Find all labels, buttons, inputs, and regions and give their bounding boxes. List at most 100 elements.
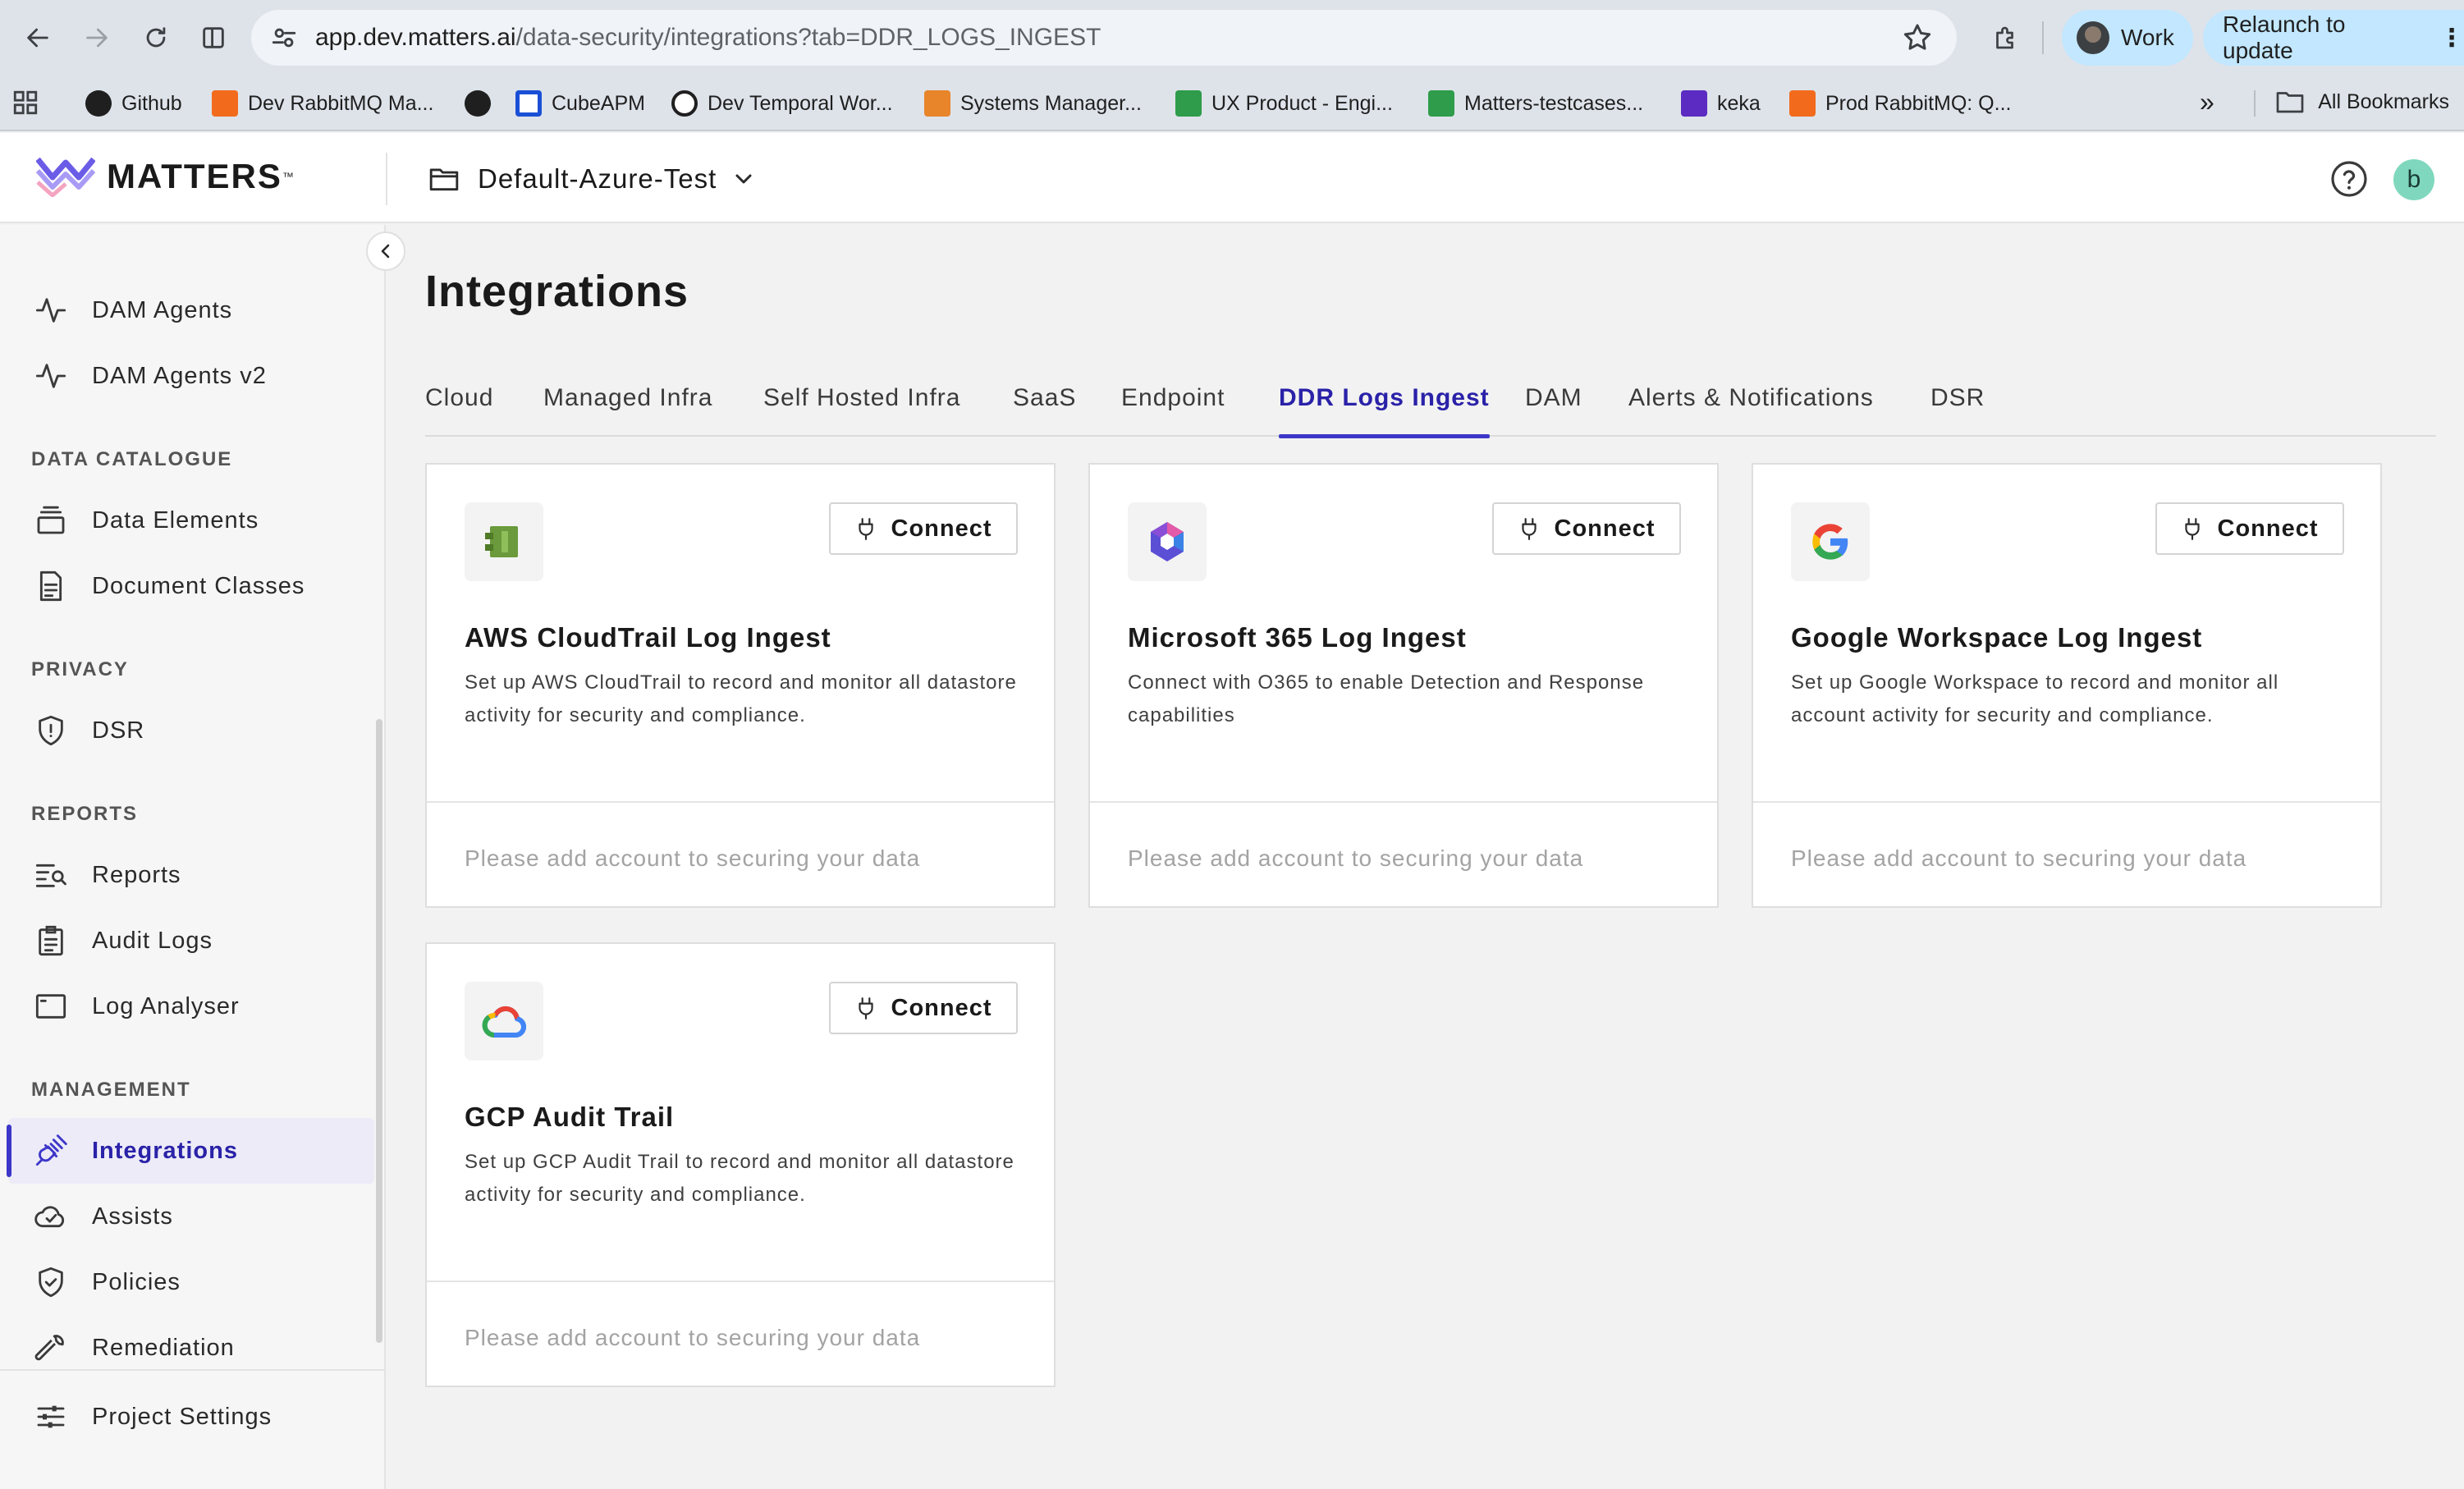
bookmark-item[interactable]: Github [85, 89, 182, 118]
chevron-left-icon [381, 244, 390, 259]
temporal-icon [671, 90, 698, 117]
tab-dam[interactable]: DAM [1525, 384, 1582, 437]
split-view-icon [203, 27, 224, 48]
document-icon [39, 570, 62, 602]
page-title: Integrations [425, 267, 689, 316]
bookmark-label: Github [121, 91, 182, 115]
bookmark-item[interactable]: keka [1681, 89, 1761, 118]
reload-button[interactable] [133, 15, 179, 61]
profile-button[interactable]: Work [2062, 10, 2193, 66]
check-cloud-icon [34, 1206, 65, 1228]
rabbitmq-icon [1789, 90, 1816, 117]
card-logo [1128, 502, 1207, 581]
stack-icon [37, 506, 65, 534]
sidebar-item-integrations[interactable]: Integrations [7, 1118, 374, 1184]
tab-ddr-logs-ingest[interactable]: DDR Logs Ingest [1279, 384, 1490, 438]
tab-endpoint[interactable]: Endpoint [1121, 384, 1225, 437]
project-name: Default-Azure-Test [478, 163, 717, 194]
tab-managed-infra[interactable]: Managed Infra [543, 384, 712, 437]
google-cloud-icon [482, 1006, 526, 1038]
connect-button[interactable]: Connect [829, 982, 1018, 1034]
sidebar-item-project-settings[interactable]: Project Settings [0, 1384, 374, 1450]
url-host: app.dev.matters.ai [315, 24, 516, 51]
sheet-icon [1175, 90, 1202, 117]
connect-label: Connect [891, 515, 992, 542]
bookmark-item[interactable]: CubeAPM [515, 89, 645, 118]
tab-dsr[interactable]: DSR [1930, 384, 1985, 437]
address-bar[interactable]: app.dev.matters.ai/data-security/integra… [251, 10, 1957, 66]
sidebar-item-label: Document Classes [92, 572, 305, 599]
bookmarks-overflow-icon[interactable]: » [2200, 87, 2214, 117]
site-settings-icon[interactable] [268, 21, 300, 54]
bookmark-item[interactable] [465, 89, 491, 118]
tab-self-hosted-infra[interactable]: Self Hosted Infra [763, 384, 960, 437]
more-menu-icon[interactable]: ⋮ [2439, 24, 2464, 53]
help-icon[interactable] [2329, 159, 2369, 199]
card-divider [427, 1281, 1054, 1282]
relaunch-button[interactable]: Relaunch to update ⋮ [2203, 10, 2464, 66]
clipboard-icon [39, 925, 63, 956]
sidebar-scrollbar[interactable] [376, 719, 382, 1343]
sidebar-item-label: Remediation [92, 1334, 235, 1361]
tab-saas[interactable]: SaaS [1013, 384, 1076, 437]
shield-icon [39, 715, 63, 746]
sidebar-collapse-button[interactable] [366, 231, 405, 271]
card-title: AWS CloudTrail Log Ingest [465, 622, 831, 653]
connect-button[interactable]: Connect [1492, 502, 1681, 555]
bookmark-item[interactable]: Prod RabbitMQ: Q... [1789, 89, 2011, 118]
bookmark-item[interactable]: UX Product - Engi... [1175, 89, 1393, 118]
sidebar-item-label: Audit Logs [92, 927, 213, 954]
integration-card-gcp-audit-trail: Connect GCP Audit Trail Set up GCP Audit… [425, 942, 1056, 1387]
bookmark-star-icon[interactable] [1901, 21, 1934, 54]
browser-toolbar: app.dev.matters.ai/data-security/integra… [0, 0, 2464, 76]
sidebar-item-audit-logs[interactable]: Audit Logs [0, 908, 374, 974]
card-divider [427, 801, 1054, 803]
bookmark-item[interactable]: Systems Manager... [924, 89, 1142, 118]
sidebar-item-dam-agents-v2[interactable]: DAM Agents v2 [0, 343, 374, 409]
sidebar-item-label: Project Settings [92, 1403, 273, 1430]
sidebar-item-dsr[interactable]: DSR [0, 698, 374, 763]
tab-cloud[interactable]: Cloud [425, 384, 493, 437]
report-search-icon [35, 864, 66, 887]
bookmark-item[interactable]: Dev RabbitMQ Ma... [212, 89, 433, 118]
rabbitmq-icon [212, 90, 238, 117]
extensions-button[interactable] [1983, 15, 2029, 61]
microsoft-365-icon [1151, 522, 1184, 561]
integration-card-microsoft-365: Connect Microsoft 365 Log Ingest Connect… [1088, 463, 1719, 908]
sidebar-item-label: Integrations [92, 1137, 238, 1164]
sidebar-item-policies[interactable]: Policies [0, 1249, 374, 1315]
header-divider [386, 153, 387, 205]
sidebar-section-management: MANAGEMENT [31, 1079, 191, 1101]
sidebar-section-privacy: PRIVACY [31, 658, 129, 680]
user-avatar[interactable]: b [2393, 159, 2434, 200]
sidebar-item-data-elements[interactable]: Data Elements [0, 488, 374, 553]
sidebar-item-label: Assists [92, 1203, 173, 1230]
bookmark-label: Dev Temporal Wor... [708, 91, 893, 115]
connect-button[interactable]: Connect [829, 502, 1018, 555]
sidebar-item-reports[interactable]: Reports [0, 842, 374, 908]
plug-icon [1521, 518, 1537, 540]
sidebar-item-dam-agents[interactable]: DAM Agents [0, 277, 374, 343]
sidebar-item-label: DAM Agents [92, 296, 233, 323]
brand-trademark: ™ [282, 170, 294, 183]
apps-grid-icon[interactable] [11, 89, 39, 117]
tab-alerts-notifications[interactable]: Alerts & Notifications [1628, 384, 1874, 437]
sliders-icon [37, 1405, 65, 1428]
split-view-button[interactable] [190, 15, 236, 61]
sidebar-item-document-classes[interactable]: Document Classes [0, 553, 374, 619]
sidebar-section-data-catalogue: DATA CATALOGUE [31, 448, 233, 470]
connect-button[interactable]: Connect [2155, 502, 2344, 555]
bookmark-item[interactable]: Matters-testcases... [1428, 89, 1643, 118]
sidebar-item-label: Reports [92, 861, 181, 888]
arrow-right-icon [86, 28, 108, 48]
bookmark-item[interactable]: Dev Temporal Wor... [671, 89, 893, 118]
sidebar-item-log-analyser[interactable]: Log Analyser [0, 974, 374, 1039]
all-bookmarks-button[interactable]: All Bookmarks [2275, 89, 2449, 115]
puzzle-icon [1996, 26, 2013, 49]
project-selector[interactable]: Default-Azure-Test [428, 158, 771, 200]
forward-button[interactable] [74, 15, 120, 61]
brand-logo[interactable]: MATTERS ™ [36, 156, 294, 197]
sidebar-item-assists[interactable]: Assists [0, 1184, 374, 1249]
sidebar-item-remediation[interactable]: Remediation [0, 1315, 374, 1381]
back-button[interactable] [15, 15, 61, 61]
